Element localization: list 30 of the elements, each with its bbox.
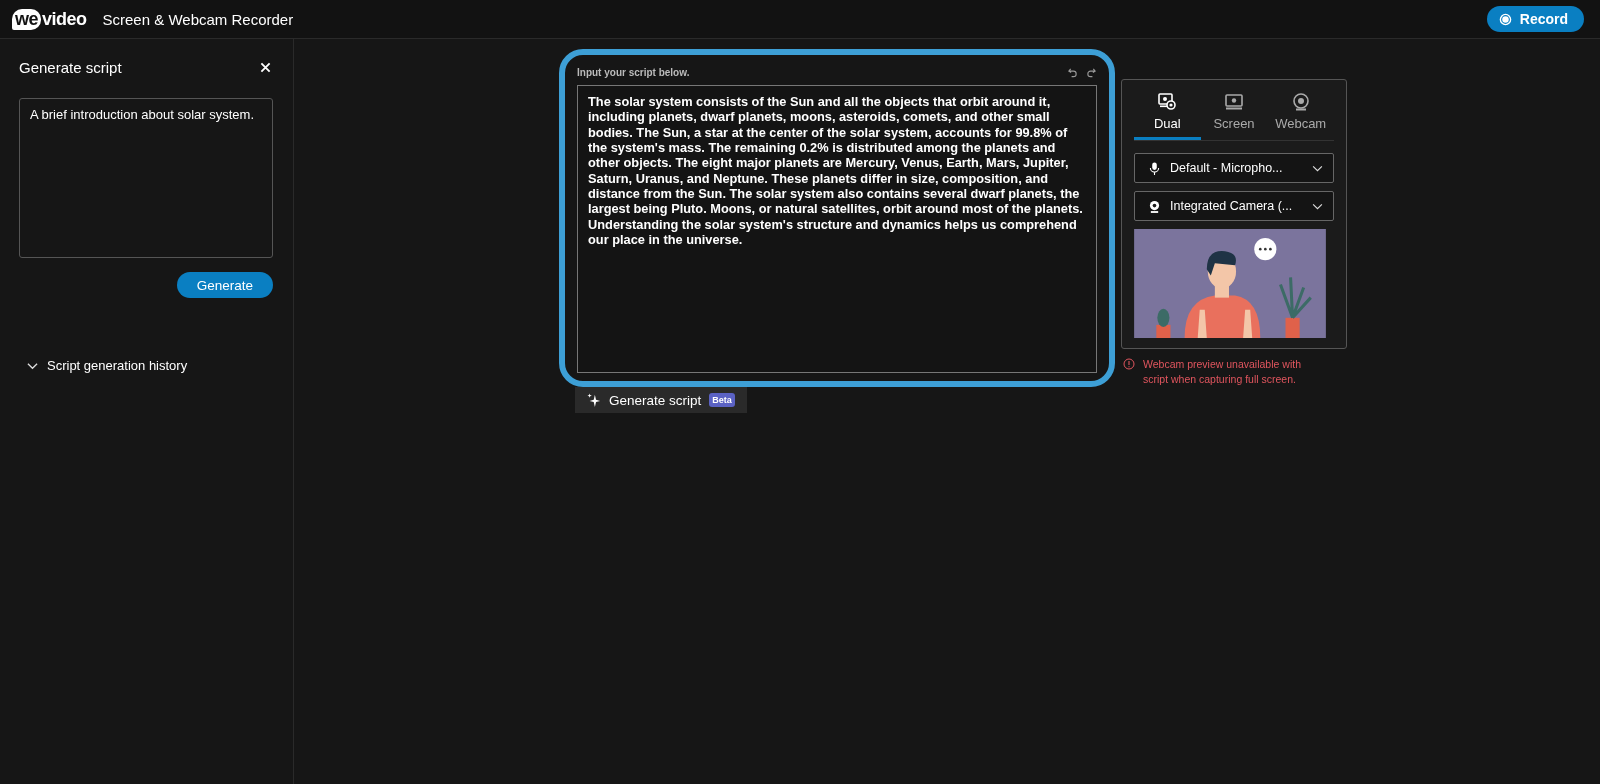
generate-script-button[interactable]: Generate script Beta [575,387,747,413]
mode-tab[interactable]: Screen [1200,92,1268,140]
microphone-icon [1149,161,1160,175]
close-icon[interactable] [260,62,271,73]
app-title: Screen & Webcam Recorder [102,10,295,28]
logo: we video [12,8,87,30]
device-dropdown[interactable]: Integrated Camera (... [1134,191,1334,221]
monitor-icon [1224,92,1244,112]
sparkle-icon [587,393,601,407]
history-toggle[interactable]: Script generation history [27,358,188,373]
redo-icon[interactable] [1086,66,1097,78]
webcam-icon [1149,199,1160,213]
record-icon [1498,12,1512,26]
mode-tab[interactable]: Webcam [1267,92,1334,140]
script-field[interactable]: The solar system consists of the Sun and all the objects that orbit around it, including planets, dwarf planets, moons, asteroids, comets, and other small bodies. The Sun, a star at the center of the solar system, accounts for 99.8% of the system's mass. The remaining 0.2% is distributed among the planets and other objects. The eight major planets are Mercury, Venus, Earth, Mars, Jupiter, Saturn, Uranus, and Neptune. These planets differ in size, composition, and distance from the Sun. The solar system also contains several dwarf planets, the largest being Pluto. Moons, or natural satellites, orbit around most of the planets. Understanding the solar system's structure and dynamics helps us comprehend our place in the universe. [577,85,1097,373]
webcam-icon [1290,92,1311,112]
monitor-webcam-icon [1157,92,1178,112]
editor-label: Input your script below. [577,66,691,78]
undo-icon[interactable] [1067,66,1078,78]
mode-tab[interactable]: Dual [1134,92,1201,140]
sidebar-title: Generate script [19,59,122,76]
device-dropdown[interactable]: Default - Micropho... [1134,153,1334,183]
warning-message: Webcam preview unavailable with script when capturing full screen. [1143,357,1302,387]
beta-badge: Beta [709,393,735,407]
chevron-icon [1312,202,1323,210]
record-button[interactable]: Record [1486,6,1584,32]
info-icon [1123,358,1135,370]
prompt-field[interactable]: A brief introduction about solar system. [19,98,273,258]
generate-button[interactable]: Generate [177,272,273,298]
chevron-icon [1312,164,1323,172]
